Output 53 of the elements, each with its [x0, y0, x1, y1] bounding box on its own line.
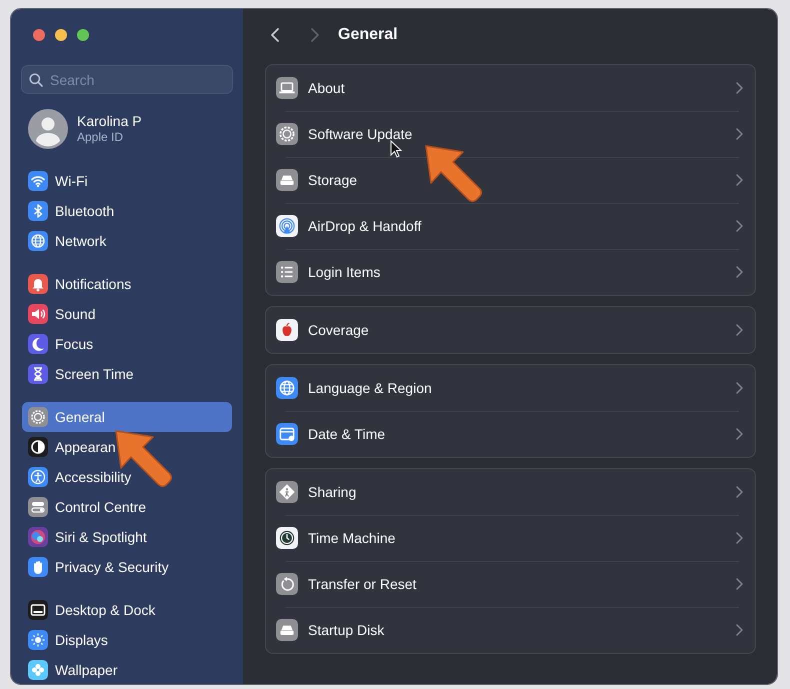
sidebar-item[interactable]: Siri & Spotlight	[22, 522, 232, 552]
sidebar-item[interactable]: Appearan	[22, 432, 232, 462]
chevron-icon	[736, 624, 743, 636]
search-field[interactable]: Search	[21, 65, 233, 94]
chevron-icon	[736, 324, 743, 336]
settings-row[interactable]: Startup Disk	[266, 607, 755, 653]
settings-row[interactable]: Storage	[266, 157, 755, 203]
pointer-arrow	[423, 143, 485, 205]
chevron-icon	[736, 486, 743, 498]
zoom-button[interactable]	[77, 29, 89, 41]
sidebar-item[interactable]: Sound	[22, 299, 232, 329]
settings-row[interactable]: Login Items	[266, 249, 755, 295]
chevron-icon	[736, 532, 743, 544]
sidebar-item[interactable]: Desktop & Dock	[22, 595, 232, 625]
settings-row[interactable]: Date & Time	[266, 411, 755, 457]
settings-row[interactable]: Coverage	[266, 307, 755, 353]
forward-icon	[310, 27, 320, 43]
settings-row[interactable]: Transfer or Reset	[266, 561, 755, 607]
page-title: General	[338, 25, 398, 45]
sidebar-item[interactable]: Control Centre	[22, 492, 232, 522]
sidebar-item[interactable]: General	[22, 402, 232, 432]
chevron-icon	[736, 428, 743, 440]
sidebar-item[interactable]: Notifications	[22, 269, 232, 299]
sidebar-item[interactable]: Accessibility	[22, 462, 232, 492]
chevron-icon	[736, 578, 743, 590]
settings-row[interactable]: About	[266, 65, 755, 111]
chevron-icon	[736, 382, 743, 394]
account-subtitle: Apple ID	[77, 130, 124, 145]
settings-row[interactable]: Time Machine	[266, 515, 755, 561]
chevron-icon	[736, 220, 743, 232]
sidebar-item[interactable]: Network	[22, 226, 232, 256]
sidebar-item[interactable]: Focus	[22, 329, 232, 359]
sidebar-item[interactable]: Bluetooth	[22, 196, 232, 226]
sidebar-item[interactable]: Wi-Fi	[22, 166, 232, 196]
chevron-icon	[736, 128, 743, 140]
back-icon	[270, 27, 280, 43]
mouse-cursor	[390, 140, 402, 158]
settings-row[interactable]: AirDrop & Handoff	[266, 203, 755, 249]
sidebar-item[interactable]: Screen Time	[22, 359, 232, 389]
sidebar-item[interactable]: Privacy & Security	[22, 552, 232, 582]
close-button[interactable]	[33, 29, 45, 41]
chevron-icon	[736, 82, 743, 94]
settings-row[interactable]: Language & Region	[266, 365, 755, 411]
account-name[interactable]: Karolina P	[77, 113, 142, 130]
settings-row[interactable]: Sharing	[266, 469, 755, 515]
search-icon	[29, 73, 43, 87]
chevron-icon	[736, 174, 743, 186]
sidebar-item[interactable]: Displays	[22, 625, 232, 655]
sidebar-item[interactable]: Wallpaper	[22, 655, 232, 684]
settings-row[interactable]: Software Update	[266, 111, 755, 157]
avatar[interactable]	[28, 109, 68, 149]
chevron-icon	[736, 266, 743, 278]
minimize-button[interactable]	[55, 29, 67, 41]
